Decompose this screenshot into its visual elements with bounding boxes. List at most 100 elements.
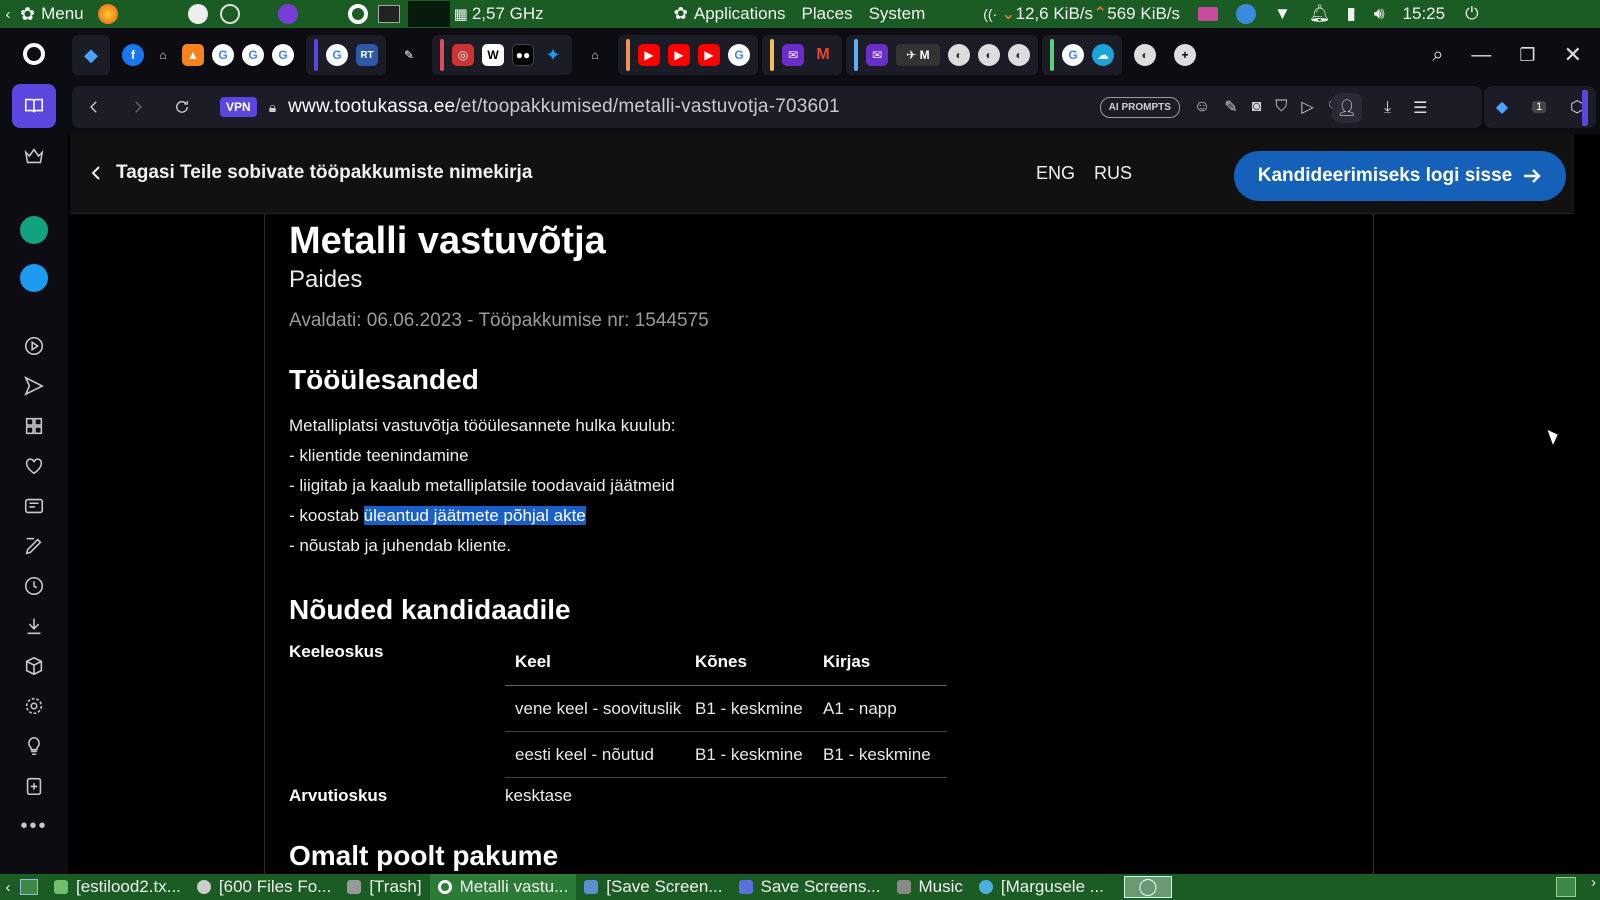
emoji-icon[interactable]: ☺ [1194,98,1210,116]
shield-icon[interactable]: ⛉ [1275,98,1287,116]
forward-button[interactable] [116,86,160,128]
museum-tab-icon-2[interactable]: ⌂ [584,44,606,66]
panel-left-arrow-icon[interactable]: ‹ [0,6,16,23]
rt-tab-icon[interactable]: RT [356,44,378,66]
opera-panel-icon[interactable] [347,4,368,24]
youtube-tab-icon-3[interactable]: ▶ [698,44,720,66]
twitter-tab-icon[interactable]: ✦ [542,44,564,66]
google-tab-icon-1[interactable]: G [212,44,234,66]
lang-rus-link[interactable]: RUS [1094,163,1132,184]
active-tab-icon[interactable]: ✈ M [896,44,940,66]
sidebar-speed-dial-button[interactable] [14,406,54,446]
sidebar-tips-button[interactable] [14,726,54,766]
google-tab-icon-2[interactable]: G [242,44,264,66]
google-tab-icon-5[interactable]: G [728,44,750,66]
url-field[interactable]: www.tootukassa.ee/et/toopakkumised/metal… [288,96,840,118]
sidebar-settings-button[interactable] [14,686,54,726]
easy-setup-icon[interactable]: ☰ [1413,98,1427,118]
taskbar-item[interactable]: Save Screens... [731,874,889,900]
sidebar-news-button[interactable] [14,486,54,526]
taskbar-item[interactable]: [600 Files Fo... [189,874,339,900]
taskbar-left-arrow-icon[interactable]: ‹ [0,879,16,896]
restore-icon[interactable]: ❐ [1519,45,1535,66]
workspace-switcher[interactable]: ◯ [1123,876,1172,898]
menu-button[interactable]: ✿ Menu [20,4,84,25]
globe-tab-icon-1[interactable]: ◐ [948,44,970,66]
sidebar-history-button[interactable] [14,566,54,606]
taskbar-item[interactable]: [Margusele ... [971,874,1112,900]
sidebar-downloads-button[interactable] [14,606,54,646]
sidebar-crown-button[interactable] [14,136,54,176]
sidebar-extensions-button[interactable] [14,646,54,686]
keyboard-layout-icon[interactable] [1198,7,1219,21]
diamond-tab-icon[interactable]: ◆ [80,44,102,66]
sidebar-send-button[interactable] [14,366,54,406]
cloud-tab-icon[interactable]: ☁ [1092,44,1114,66]
lang-eng-link[interactable]: ENG [1036,163,1075,184]
extension-badge-icon[interactable]: 1 [1532,101,1547,113]
firefox-icon[interactable] [97,4,118,24]
sidebar-pinboard-button[interactable] [14,526,54,566]
taskbar-item[interactable]: [Trash] [339,874,429,900]
taskbar-item-active[interactable]: Metalli vastu... [429,874,577,900]
camera-icon[interactable]: ◙ [1252,98,1262,116]
mail-tab-icon-2[interactable]: ✉ [866,44,888,66]
museum-tab-icon[interactable]: ⌂ [152,44,174,66]
google-tab-icon-6[interactable]: G [1062,44,1084,66]
emi-tab-icon[interactable]: ✎ [398,44,420,66]
clock[interactable]: 15:25 [1403,4,1446,24]
opera-logo-button[interactable] [14,34,54,74]
font-tool-icon[interactable] [187,4,208,24]
battery-icon[interactable]: ▮ [1346,4,1355,24]
show-desktop-icon[interactable] [20,879,38,895]
downloads-icon[interactable]: ⤓ [1384,99,1391,117]
podcast-icon[interactable] [277,4,298,24]
taskbar-item[interactable]: [estilood2.tx... [46,874,189,900]
selected-text[interactable]: üleantud jäätmete põhjal akte [363,506,586,525]
sidebar-player-button[interactable] [14,326,54,366]
settings-tool-icon[interactable] [219,4,240,24]
medium-tab-icon[interactable]: ●● [512,44,534,66]
back-button[interactable] [72,86,116,128]
youtube-tab-icon-2[interactable]: ▶ [668,44,690,66]
sidebar-add-button[interactable] [14,766,54,806]
taskbar-right-arrow-icon[interactable]: › [1591,874,1596,891]
new-tab-button[interactable]: + [1174,44,1196,66]
taskbar-item[interactable]: Music [889,874,971,900]
vpn-badge[interactable]: VPN [220,97,257,117]
lock-icon[interactable]: 🔒︎ [269,99,276,116]
sidebar-reader-button[interactable] [12,84,56,128]
profile-icon[interactable]: 👤︎ [1332,93,1362,123]
close-window-icon[interactable]: ✕ [1564,42,1582,68]
sidebar-more-button[interactable]: ••• [14,806,54,846]
ai-prompts-button[interactable]: AI PROMPTS [1099,96,1180,118]
trash-tray-icon[interactable] [1556,877,1576,897]
extension-diamond-icon[interactable]: ◆ [1496,97,1508,117]
wikipedia-tab-icon[interactable]: W [482,44,504,66]
google-tab-icon-4[interactable]: G [326,44,348,66]
globe-tab-icon-2[interactable]: ◐ [978,44,1000,66]
globe-tab-icon-3[interactable]: ◐ [1008,44,1030,66]
tab-search-icon[interactable]: ⌕ [1432,44,1443,67]
google-tab-icon-3[interactable]: G [272,44,294,66]
applications-menu[interactable]: Applications [694,4,786,24]
taskbar-item[interactable]: [Save Screen... [576,874,730,900]
facebook-tab-icon[interactable]: f [122,44,144,66]
target-tab-icon[interactable]: ◎ [452,44,474,66]
notification-bell-icon[interactable]: 🔔︎ [1309,4,1331,24]
system-menu[interactable]: System [869,4,926,24]
tab-group-1[interactable]: ◆ [72,35,110,75]
sidebar-chatgpt-button[interactable] [14,210,54,250]
fox-tab-icon[interactable]: ▲ [182,44,204,66]
power-icon[interactable]: ⏻ [1465,4,1478,24]
wifi-icon[interactable]: ▼ [1274,4,1291,24]
gmail-tab-icon[interactable]: M [812,44,834,66]
sidebar-twitter-button[interactable] [14,258,54,298]
back-to-list-link[interactable]: Tagasi Teile sobivate tööpakkumiste nime… [90,162,532,184]
edit-icon[interactable]: ✎ [1224,97,1237,117]
globe-tab-icon-4[interactable]: ◐ [1134,44,1156,66]
volume-icon[interactable]: 🔊︎ [1374,4,1385,24]
login-to-apply-button[interactable]: Kandideerimiseks logi sisse [1234,151,1566,201]
send-page-icon[interactable]: ▷ [1301,97,1313,117]
mail-tab-icon[interactable]: ✉ [782,44,804,66]
